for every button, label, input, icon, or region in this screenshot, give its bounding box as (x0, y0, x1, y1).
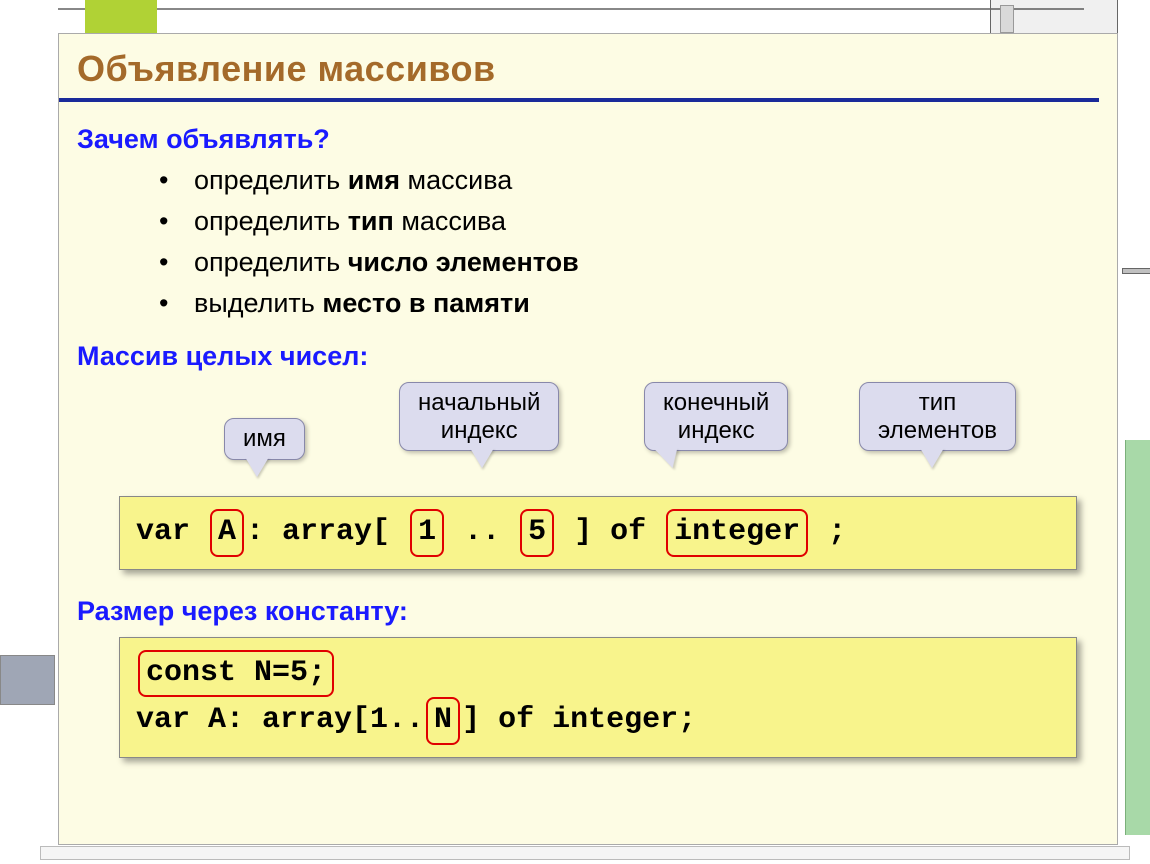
highlight-end: 5 (520, 509, 554, 557)
callout-tail (920, 448, 944, 468)
list-item: определить имя массива (159, 165, 1117, 196)
slide-body: Объявление массивов Зачем объявлять? опр… (58, 33, 1118, 845)
decor-bottom-strip (40, 846, 1130, 860)
heading-why-declare: Зачем объявлять? (77, 124, 1117, 155)
highlight-const: const N=5; (138, 650, 334, 698)
callout-start-index: начальныйиндекс (399, 382, 559, 451)
highlight-name: A (210, 509, 244, 557)
slide-title: Объявление массивов (77, 48, 1117, 90)
callout-tail (245, 457, 269, 477)
title-underline (59, 98, 1099, 102)
callout-elem-type: типэлементов (859, 382, 1016, 451)
callouts-row: имя начальныйиндекс конечныйиндекс типэл… (89, 382, 1087, 482)
decor-top-gray-inner (1000, 5, 1014, 33)
highlight-n: N (426, 697, 460, 745)
code-line: var A: array[1..N] of integer; (136, 697, 1060, 745)
list-item: выделить место в памяти (159, 288, 1117, 319)
list-item: определить число элементов (159, 247, 1117, 278)
callout-tail (653, 448, 684, 468)
code-line: const N=5; (136, 650, 1060, 698)
highlight-type: integer (666, 509, 808, 557)
code-const-size: const N=5; var A: array[1..N] of integer… (119, 637, 1077, 758)
callout-end-index: конечныйиндекс (644, 382, 788, 451)
list-item: определить тип массива (159, 206, 1117, 237)
callout-name: имя (224, 418, 305, 460)
decor-right-green (1125, 440, 1150, 835)
callout-tail (470, 448, 494, 468)
decor-left-gray (0, 655, 55, 705)
why-list: определить имя массива определить тип ма… (159, 165, 1117, 319)
heading-int-array: Массив целых чисел: (77, 341, 1117, 372)
decor-right-strip (1122, 268, 1150, 274)
code-declare-array: var A: array[ 1 .. 5 ] of integer ; (119, 496, 1077, 570)
top-border-line (58, 8, 1084, 10)
highlight-start: 1 (410, 509, 444, 557)
heading-size-const: Размер через константу: (77, 596, 1117, 627)
code-line: var A: array[ 1 .. 5 ] of integer ; (136, 509, 1060, 557)
